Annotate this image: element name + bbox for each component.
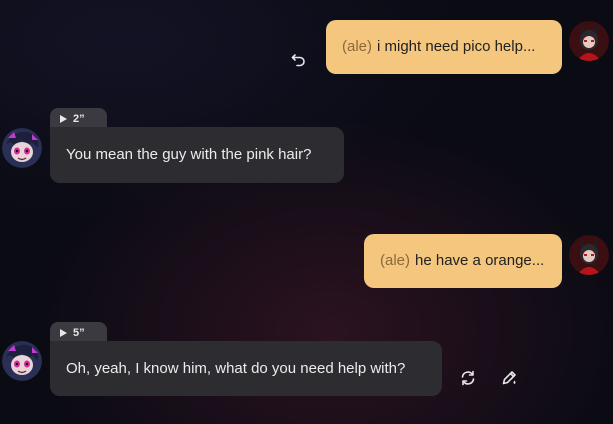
play-icon[interactable] xyxy=(60,329,67,337)
user-message-text: he have a orange... xyxy=(415,252,545,269)
user-message-bubble: (ale) i might need pico help... xyxy=(326,20,562,74)
ai-avatar[interactable] xyxy=(2,128,42,168)
user-message-text: i might need pico help... xyxy=(377,38,536,55)
user-avatar[interactable] xyxy=(569,235,609,275)
edit-icon[interactable] xyxy=(500,367,520,387)
ai-avatar[interactable] xyxy=(2,341,42,381)
undo-icon[interactable] xyxy=(289,49,309,69)
user-avatar[interactable] xyxy=(569,21,609,61)
ai-message-bubble: Oh, yeah, I know him, what do you need h… xyxy=(50,341,442,396)
audio-duration: 5” xyxy=(73,327,85,339)
ai-message-text: You mean the guy with the pink hair? xyxy=(66,146,312,163)
audio-duration: 2” xyxy=(73,113,85,125)
ai-message-text: Oh, yeah, I know him, what do you need h… xyxy=(66,359,406,377)
user-prefix: (ale) xyxy=(342,38,373,55)
ai-message-bubble: You mean the guy with the pink hair? xyxy=(50,127,344,183)
user-message-bubble: (ale) he have a orange... xyxy=(364,234,562,288)
regenerate-icon[interactable] xyxy=(458,368,478,388)
user-prefix: (ale) xyxy=(380,252,411,269)
play-icon[interactable] xyxy=(60,115,67,123)
